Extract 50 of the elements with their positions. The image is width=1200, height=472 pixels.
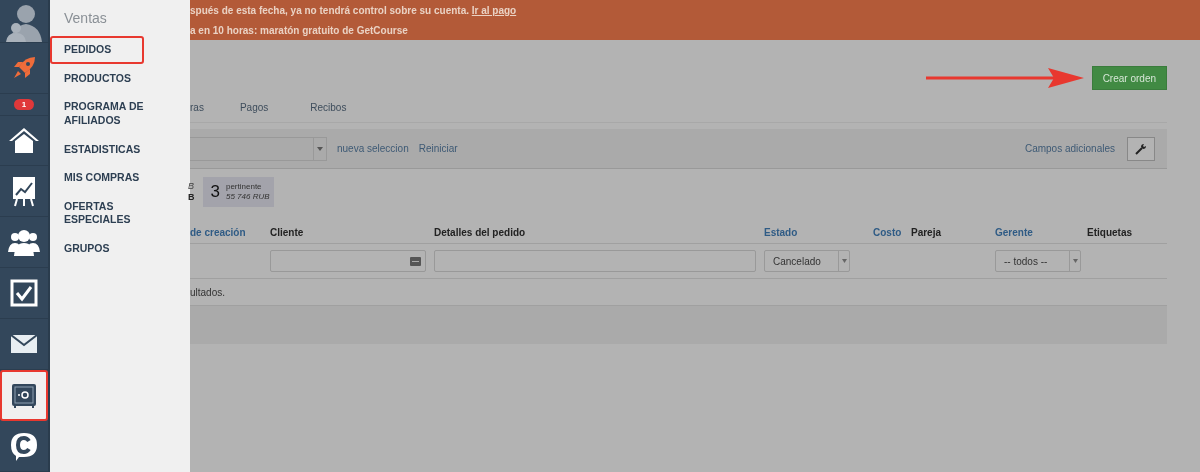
menu-item[interactable]: ESTADISTICAS	[50, 135, 190, 164]
menu-item[interactable]: PRODUCTOS	[50, 64, 190, 93]
menu-item[interactable]: GRUPOS	[50, 235, 190, 263]
stat-label: pertinente	[225, 181, 263, 192]
filter-dropdown[interactable]: Cancelado	[764, 250, 850, 272]
safe-icon	[11, 382, 37, 409]
settings-button[interactable]	[1127, 136, 1155, 161]
notice-text: a en 10 horas: maratón gratuito de GetCourse	[190, 24, 409, 36]
create-order-button[interactable]: Crear orden	[1091, 66, 1167, 90]
menu-title: Ventas	[63, 9, 108, 28]
column-header[interactable]: Gerente	[995, 226, 1033, 238]
column-header: Cliente	[270, 226, 304, 238]
wrench-icon	[1135, 142, 1147, 155]
notice-text: spués de esta fecha, ya no tendrá control sobre su cuenta. Ir al pago	[190, 4, 518, 16]
caret-icon	[1072, 259, 1078, 263]
filter-link[interactable]: nueva seleccion	[337, 143, 409, 154]
stat-amount: 55 746 RUB	[225, 192, 270, 203]
tab[interactable]: Pagos	[225, 102, 297, 122]
home-icon	[8, 126, 40, 155]
tab[interactable]: Recibos	[296, 102, 375, 122]
chart-board-icon	[11, 175, 37, 208]
stat-amount: B	[188, 192, 195, 203]
caret-icon	[841, 259, 847, 263]
notification-badge: 1	[13, 98, 35, 110]
column-header[interactable]: Costo	[873, 226, 902, 238]
sidebar-item[interactable]	[0, 370, 48, 422]
mail-icon	[11, 335, 37, 354]
details-filter-field[interactable]	[434, 250, 756, 272]
stat-count: 3	[210, 182, 220, 202]
column-header[interactable]: de creación	[190, 226, 246, 238]
column-header: Pareja	[911, 226, 942, 238]
filter-dropdown[interactable]: -- todos --	[995, 250, 1081, 272]
extra-fields-link[interactable]: Campos adicionales	[1024, 143, 1115, 154]
calendar-icon	[410, 256, 421, 266]
people-icon	[7, 228, 41, 257]
avatar-icon	[4, 2, 44, 43]
menu-item[interactable]: PROGRAMA DE AFILIADOS	[50, 93, 190, 135]
column-header: Etiquetas	[1087, 226, 1132, 238]
notification-item[interactable]: 1	[0, 94, 48, 116]
client-filter-field[interactable]	[270, 250, 426, 272]
chat-icon	[9, 431, 39, 461]
caret-icon	[317, 146, 323, 151]
checkbox-icon	[10, 279, 38, 308]
stat-amount: B	[188, 181, 195, 192]
tab[interactable]: ras	[190, 102, 226, 122]
payment-link[interactable]: Ir al pago	[471, 4, 517, 16]
menu-item[interactable]: PEDIDOS	[50, 36, 144, 64]
column-header: Detalles del pedido	[434, 226, 526, 238]
column-header[interactable]: Estado	[764, 226, 798, 238]
filter-link[interactable]: Reiniciar	[418, 143, 458, 154]
